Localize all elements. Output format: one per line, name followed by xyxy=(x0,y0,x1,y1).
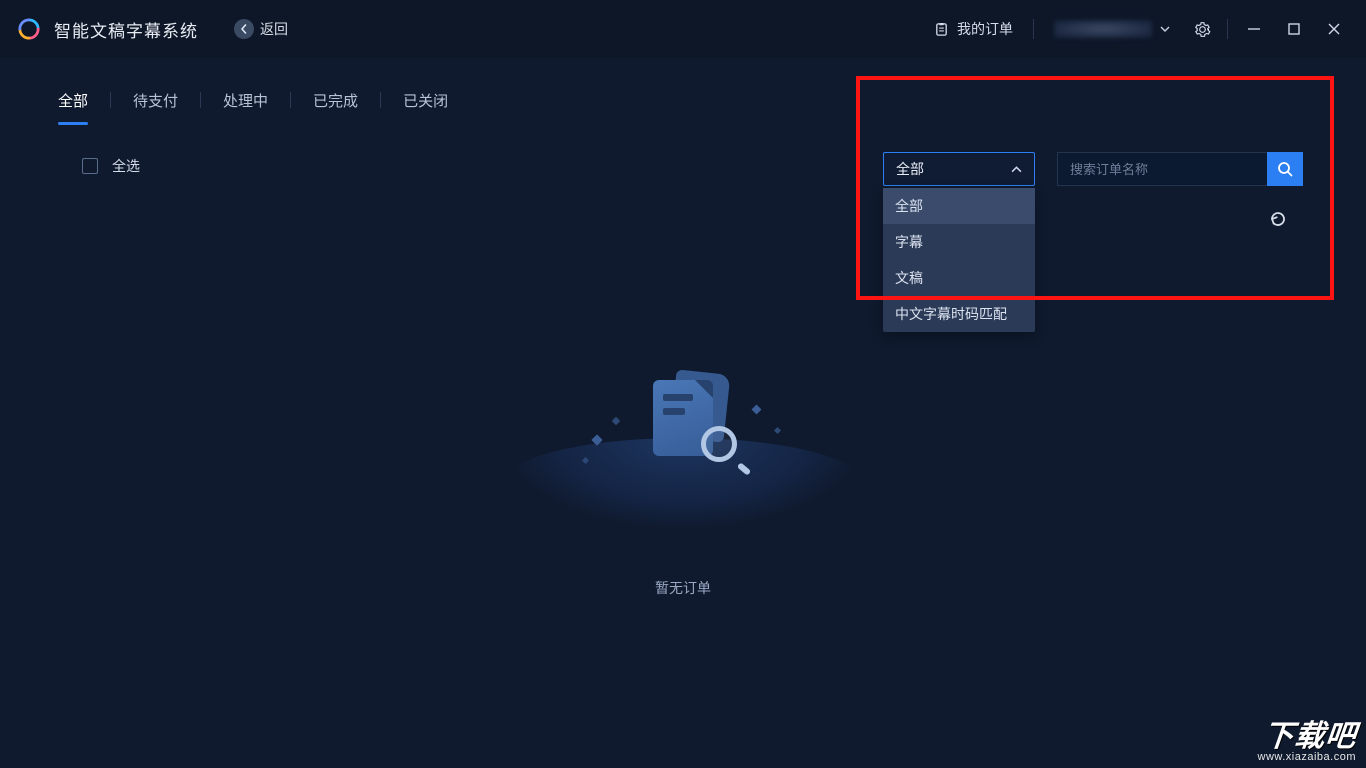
tab-pending-payment[interactable]: 待支付 xyxy=(133,90,178,123)
empty-state-text: 暂无订单 xyxy=(655,578,711,598)
search-box xyxy=(1057,152,1303,186)
account-name-redacted xyxy=(1054,20,1152,38)
back-label: 返回 xyxy=(260,19,288,39)
search-input[interactable] xyxy=(1057,152,1267,186)
settings-button[interactable] xyxy=(1184,14,1221,44)
main-content: 全部 待支付 处理中 已完成 已关闭 全选 全部 全部 字幕 文稿 中文字幕时码… xyxy=(0,58,1366,768)
order-status-tabs: 全部 待支付 处理中 已完成 已关闭 xyxy=(58,86,1308,126)
watermark: 下载吧 www.xiazaiba.com xyxy=(1258,721,1356,764)
refresh-button[interactable] xyxy=(1269,210,1287,233)
dropdown-trigger[interactable]: 全部 xyxy=(883,152,1035,186)
divider xyxy=(290,92,291,108)
divider xyxy=(1227,19,1228,39)
dropdown-option-subtitle[interactable]: 字幕 xyxy=(883,224,1035,260)
select-all-checkbox[interactable] xyxy=(82,158,98,174)
back-arrow-icon xyxy=(234,19,254,39)
gear-icon xyxy=(1194,21,1211,38)
select-all-label: 全选 xyxy=(112,156,140,176)
dropdown-option-timecode-match[interactable]: 中文字幕时码匹配 xyxy=(883,296,1035,332)
tab-completed[interactable]: 已完成 xyxy=(313,90,358,123)
magnifier-icon xyxy=(701,426,745,470)
chevron-down-icon xyxy=(1160,24,1170,34)
dropdown-option-transcript[interactable]: 文稿 xyxy=(883,260,1035,296)
search-icon xyxy=(1277,161,1293,177)
close-icon xyxy=(1327,22,1341,36)
divider xyxy=(200,92,201,108)
back-button[interactable]: 返回 xyxy=(234,19,288,39)
dropdown-option-all[interactable]: 全部 xyxy=(883,188,1035,224)
app-title: 智能文稿字幕系统 xyxy=(54,17,198,42)
my-orders-button[interactable]: 我的订单 xyxy=(920,14,1027,44)
divider xyxy=(380,92,381,108)
dropdown-list: 全部 字幕 文稿 中文字幕时码匹配 xyxy=(883,188,1035,332)
title-bar-left: 智能文稿字幕系统 返回 xyxy=(18,17,288,42)
minimize-button[interactable] xyxy=(1234,14,1274,44)
tab-closed[interactable]: 已关闭 xyxy=(403,90,448,123)
tab-processing[interactable]: 处理中 xyxy=(223,90,268,123)
my-orders-label: 我的订单 xyxy=(957,19,1013,39)
app-logo-icon xyxy=(18,18,40,40)
account-menu[interactable] xyxy=(1040,14,1184,44)
refresh-icon xyxy=(1269,210,1287,228)
filter-search-zone: 全部 全部 字幕 文稿 中文字幕时码匹配 xyxy=(883,152,1303,332)
chevron-up-icon xyxy=(1011,164,1022,175)
dropdown-selected: 全部 xyxy=(896,159,924,179)
minimize-icon xyxy=(1247,22,1261,36)
empty-state: 暂无订单 xyxy=(553,358,813,598)
type-filter-dropdown: 全部 全部 字幕 文稿 中文字幕时码匹配 xyxy=(883,152,1035,332)
maximize-icon xyxy=(1287,22,1301,36)
watermark-text: 下载吧 xyxy=(1256,721,1358,753)
watermark-url: www.xiazaiba.com xyxy=(1258,752,1356,764)
divider xyxy=(110,92,111,108)
divider xyxy=(1033,19,1034,39)
tab-all[interactable]: 全部 xyxy=(58,90,88,123)
close-button[interactable] xyxy=(1314,14,1354,44)
search-button[interactable] xyxy=(1267,152,1303,186)
title-bar: 智能文稿字幕系统 返回 我的订单 xyxy=(0,0,1366,58)
title-bar-right: 我的订单 xyxy=(920,14,1354,44)
clipboard-icon xyxy=(934,22,949,37)
empty-illustration xyxy=(553,358,813,518)
maximize-button[interactable] xyxy=(1274,14,1314,44)
